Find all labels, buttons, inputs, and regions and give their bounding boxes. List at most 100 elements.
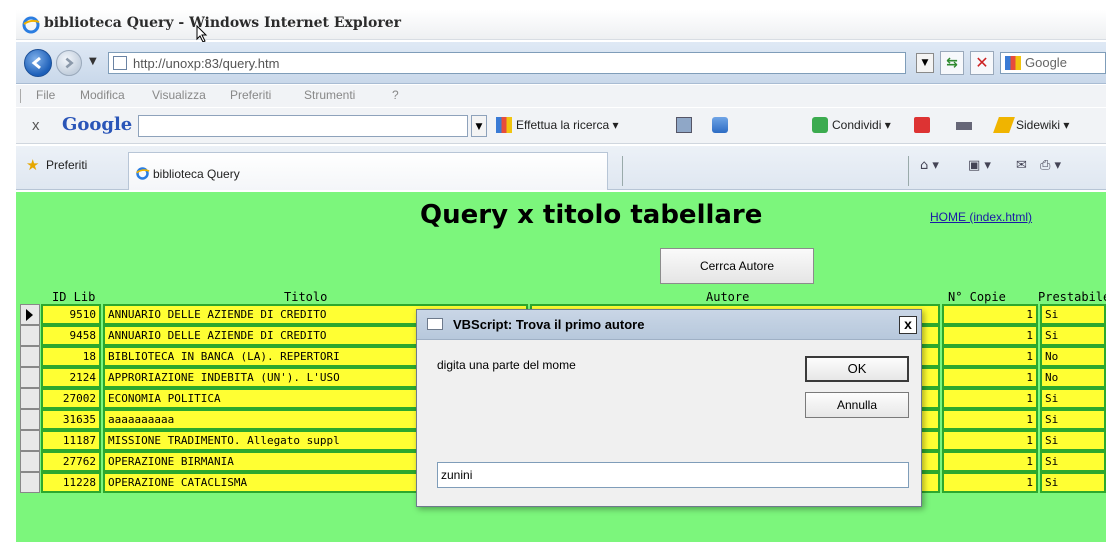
home-icon[interactable]: ⌂ ▾ <box>920 158 939 173</box>
dialog-title: VBScript: Trova il primo autore <box>453 317 645 332</box>
cell-copie[interactable]: 1 <box>942 409 1038 430</box>
column-header-titolo[interactable]: Titolo <box>284 290 327 304</box>
cell-prestabile[interactable]: Si <box>1040 388 1106 409</box>
cell-prestabile[interactable]: No <box>1040 346 1106 367</box>
tab-title: biblioteca Query <box>153 167 240 181</box>
menu-strumenti[interactable]: Strumenti <box>304 88 355 102</box>
sidewiki-button[interactable]: Sidewiki ▾ <box>1016 118 1069 132</box>
star-icon: ★ <box>26 157 40 174</box>
cell-id[interactable]: 31635 <box>41 409 101 430</box>
share-icon <box>812 117 828 133</box>
column-header-prestabile[interactable]: Prestabile <box>1038 290 1106 304</box>
cell-copie[interactable]: 1 <box>942 451 1038 472</box>
cell-id[interactable]: 2124 <box>41 367 101 388</box>
google-search-dropdown[interactable]: ▼ <box>471 115 487 137</box>
translate-icon[interactable] <box>914 117 930 133</box>
tab-biblioteca-query[interactable]: biblioteca Query <box>128 152 608 190</box>
tab-ie-icon <box>136 167 150 180</box>
screen: biblioteca Query - Windows Internet Expl… <box>0 0 1106 542</box>
menu-grip <box>20 89 21 103</box>
author-input[interactable] <box>437 462 909 488</box>
row-selector[interactable] <box>20 430 40 451</box>
cell-copie[interactable]: 1 <box>942 304 1038 325</box>
forward-button[interactable] <box>56 50 82 76</box>
row-selector[interactable] <box>20 346 40 367</box>
print-icon[interactable]: ⎙ ▾ <box>1040 158 1061 173</box>
cell-prestabile[interactable]: Si <box>1040 430 1106 451</box>
menu-modifica[interactable]: Modifica <box>80 88 125 102</box>
cell-prestabile[interactable]: Si <box>1040 409 1106 430</box>
cell-id[interactable]: 18 <box>41 346 101 367</box>
dialog-close-button[interactable]: x <box>899 316 917 334</box>
row-selector[interactable] <box>20 325 40 346</box>
cell-copie[interactable]: 1 <box>942 472 1038 493</box>
cancel-button[interactable]: Annulla <box>805 392 909 418</box>
google-search-input[interactable] <box>138 115 468 137</box>
history-dropdown-icon[interactable]: ▼ <box>89 56 97 67</box>
cell-prestabile[interactable]: Si <box>1040 472 1106 493</box>
cell-id[interactable]: 9510 <box>41 304 101 325</box>
ie-logo-icon <box>22 16 40 34</box>
column-header-copie[interactable]: N° Copie <box>948 290 1006 304</box>
cell-copie[interactable]: 1 <box>942 346 1038 367</box>
row-selector[interactable] <box>20 472 40 493</box>
google-toolbar-close[interactable]: x <box>32 117 40 134</box>
back-button[interactable] <box>24 49 52 77</box>
cell-copie[interactable]: 1 <box>942 430 1038 451</box>
menu-preferiti[interactable]: Preferiti <box>230 88 271 102</box>
feeds-icon[interactable]: ▣ ▾ <box>968 158 991 173</box>
cell-prestabile[interactable]: Si <box>1040 451 1106 472</box>
address-dropdown-button[interactable]: ▼ <box>916 53 934 73</box>
google-search-label: Effettua la ricerca <box>516 118 610 132</box>
tab-separator <box>622 156 623 186</box>
refresh-button[interactable]: ⇆ <box>940 51 964 75</box>
page-icon <box>113 56 127 70</box>
google-icon <box>1005 56 1021 70</box>
mail-icon[interactable]: ✉ <box>1016 158 1027 173</box>
row-selector[interactable] <box>20 367 40 388</box>
menu-visualizza[interactable]: Visualizza <box>152 88 206 102</box>
google-search-button[interactable]: Effettua la ricerca ▾ <box>516 118 619 132</box>
cell-id[interactable]: 27762 <box>41 451 101 472</box>
search-field[interactable]: Google <box>1000 52 1106 74</box>
cell-copie[interactable]: 1 <box>942 367 1038 388</box>
cell-id[interactable]: 11228 <box>41 472 101 493</box>
stop-button[interactable]: ✕ <box>970 51 994 75</box>
mouse-cursor-icon <box>196 25 208 43</box>
row-selector[interactable] <box>20 451 40 472</box>
address-field[interactable]: http://unoxp:83/query.htm <box>108 52 906 74</box>
cell-prestabile[interactable]: Si <box>1040 325 1106 346</box>
command-separator <box>908 156 909 186</box>
menu-file[interactable]: File <box>36 88 55 102</box>
cell-prestabile[interactable]: No <box>1040 367 1106 388</box>
cell-prestabile[interactable]: Si <box>1040 304 1106 325</box>
calendar-icon[interactable] <box>676 117 692 133</box>
menu-bar: File Modifica Visualizza Preferiti Strum… <box>16 85 1106 107</box>
window-title: biblioteca Query - Windows Internet Expl… <box>44 15 401 31</box>
current-row-arrow-icon <box>26 309 33 321</box>
bookmark-icon[interactable] <box>956 122 972 130</box>
row-selector[interactable] <box>20 409 40 430</box>
plus-icon[interactable] <box>712 117 728 133</box>
row-selector[interactable] <box>20 388 40 409</box>
input-dialog: VBScript: Trova il primo autore x digita… <box>416 309 922 507</box>
cell-id[interactable]: 9458 <box>41 325 101 346</box>
share-button[interactable]: Condividi ▾ <box>832 118 891 132</box>
column-header-autore[interactable]: Autore <box>706 290 749 304</box>
google-logo: Google <box>62 114 133 135</box>
google-search-icon <box>496 117 512 133</box>
cerca-autore-button[interactable]: Cerrca Autore <box>660 248 814 284</box>
ok-button[interactable]: OK <box>805 356 909 382</box>
cell-copie[interactable]: 1 <box>942 325 1038 346</box>
row-selector[interactable] <box>20 304 40 325</box>
favorites-label: Preferiti <box>46 158 88 172</box>
favorites-button[interactable]: ★ Preferiti <box>26 157 88 174</box>
cell-id[interactable]: 27002 <box>41 388 101 409</box>
column-header-id[interactable]: ID Lib <box>52 290 95 304</box>
home-link[interactable]: HOME (index.html) <box>930 210 1032 224</box>
cell-id[interactable]: 11187 <box>41 430 101 451</box>
menu-help[interactable]: ? <box>392 88 399 102</box>
cell-copie[interactable]: 1 <box>942 388 1038 409</box>
dialog-titlebar: VBScript: Trova il primo autore <box>417 310 921 340</box>
top-strip <box>0 0 1106 8</box>
